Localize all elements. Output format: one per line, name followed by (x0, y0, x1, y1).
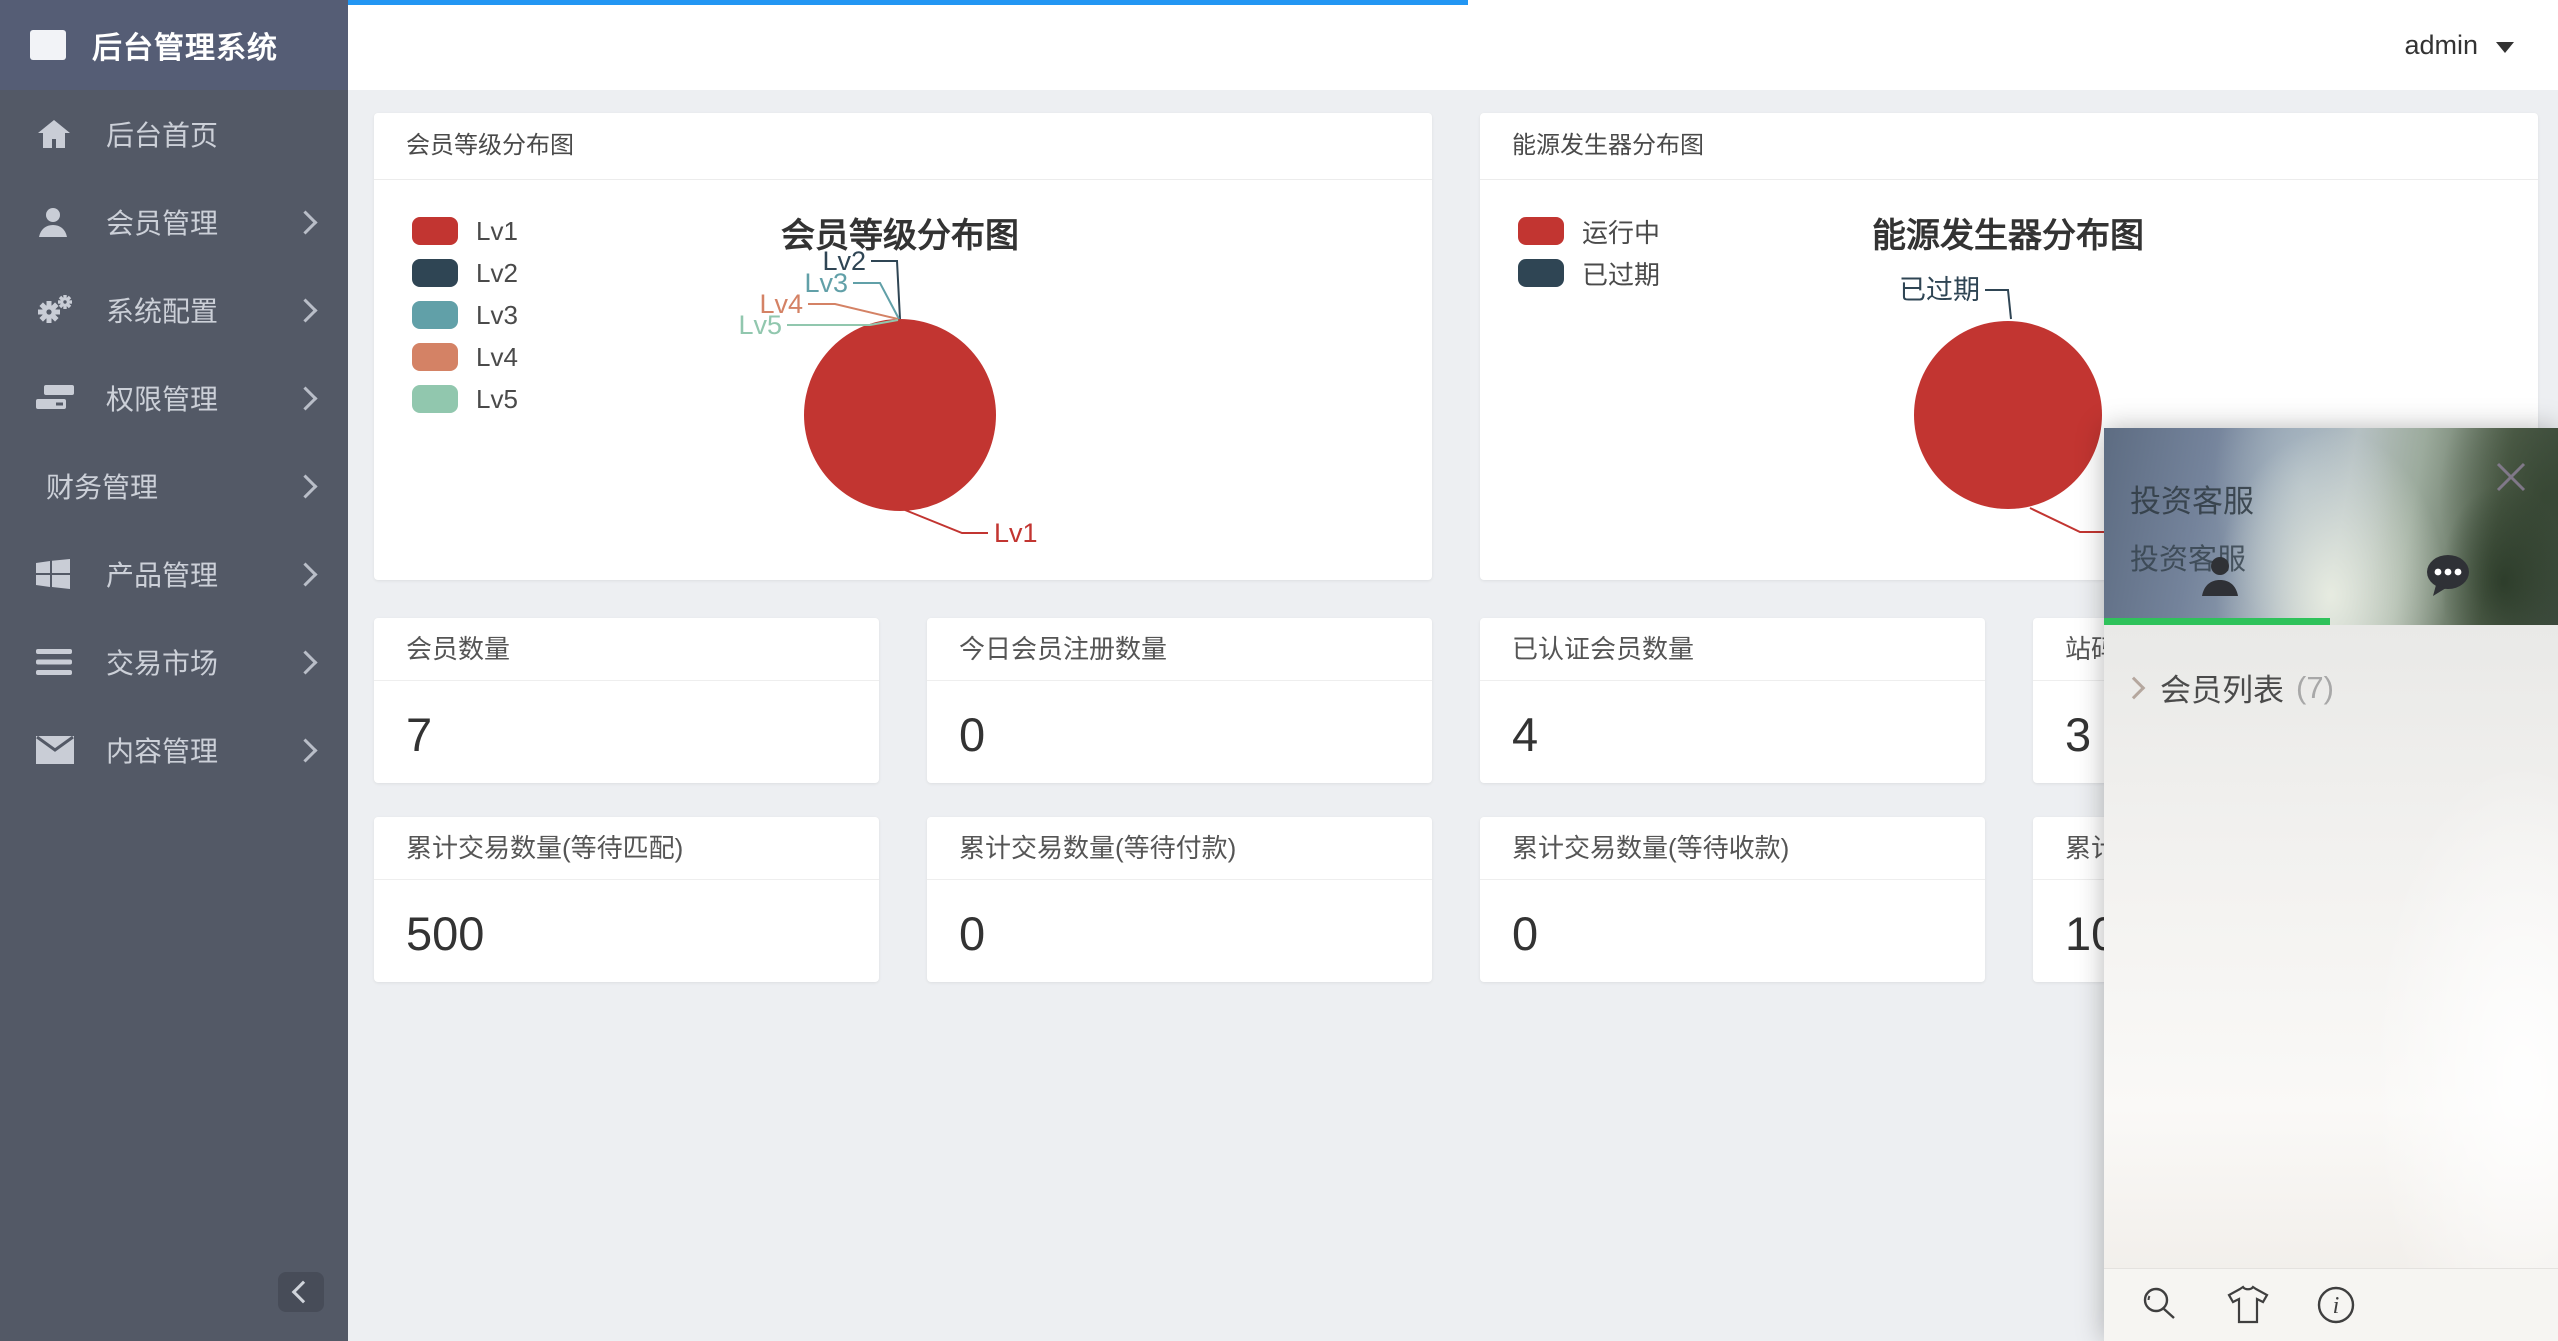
card-title: 能源发生器分布图 (1480, 113, 2538, 180)
info-icon[interactable]: i (2314, 1283, 2358, 1327)
pie-label-line (1985, 290, 2011, 319)
windows-icon (36, 559, 80, 589)
stat-value: 0 (927, 906, 1432, 961)
close-icon[interactable] (2494, 460, 2528, 499)
chat-body: 会员列表 (7) (2104, 625, 2558, 1269)
chevron-right-icon (293, 650, 317, 674)
top-header: admin (348, 0, 2558, 90)
sidebar-item-members[interactable]: 会员管理 (0, 178, 348, 266)
chevron-right-icon (293, 474, 317, 498)
chat-title: 投资客服 (2130, 476, 2254, 521)
card-title: 会员等级分布图 (374, 113, 1432, 180)
sidebar-item-home[interactable]: 后台首页 (0, 90, 348, 178)
stat-card-verified-members: 已认证会员数量 4 (1480, 618, 1985, 783)
caret-down-icon (2496, 42, 2514, 53)
chat-footer: i (2104, 1268, 2558, 1341)
pie-label: Lv5 (738, 310, 782, 340)
sidebar-item-label: 会员管理 (106, 202, 297, 242)
active-tab-indicator (2104, 618, 2330, 625)
stat-value: 4 (1480, 707, 1985, 762)
app-brand-title: 后台管理系统 (92, 23, 278, 67)
sidebar-item-label: 产品管理 (106, 554, 297, 594)
app-brand: 后台管理系统 (0, 0, 348, 90)
chevron-right-icon (293, 298, 317, 322)
stat-label: 今日会员注册数量 (927, 618, 1432, 681)
customer-service-widget: 投资客服 投资客服 会员列表 (7) (2104, 428, 2558, 1341)
sidebar-item-label: 内容管理 (106, 730, 297, 770)
user-icon (36, 205, 80, 239)
stat-value: 0 (927, 707, 1432, 762)
stat-label: 累计交易数量(等待匹配) (374, 817, 879, 880)
sidebar-collapse-button[interactable] (278, 1272, 324, 1312)
pie-label: Lv1 (994, 518, 1038, 548)
user-dropdown[interactable]: admin (2404, 0, 2514, 90)
member-list-toggle[interactable]: 会员列表 (7) (2104, 625, 2558, 710)
gears-icon (36, 293, 80, 327)
member-level-pie-chart: Lv1Lv2Lv3Lv4Lv5会员等级分布图Lv2Lv3Lv4Lv5Lv1 (374, 180, 1432, 580)
stat-card-trades-waiting-payment: 累计交易数量(等待付款) 0 (927, 817, 1432, 982)
sidebar-item-finance[interactable]: 财务管理 (0, 442, 348, 530)
chevron-right-icon (293, 386, 317, 410)
pie-label-line (2030, 508, 2105, 532)
stat-card-trades-waiting-match: 累计交易数量(等待匹配) 500 (374, 817, 879, 982)
member-list-count: (7) (2296, 670, 2334, 706)
sidebar-menu: 后台首页 会员管理 系统配置 (0, 90, 348, 794)
pie-label: 已过期 (1899, 275, 1980, 305)
sidebar-item-label: 交易市场 (106, 642, 297, 682)
chevron-right-icon (2123, 676, 2146, 699)
sidebar-item-label: 系统配置 (106, 290, 297, 330)
app-logo-icon (30, 30, 66, 60)
chat-bubble-icon (2424, 552, 2472, 598)
sidebar-item-label: 后台首页 (106, 114, 314, 154)
stat-label: 累计交易数量(等待付款) (927, 817, 1432, 880)
sidebar-item-label: 财务管理 (46, 466, 297, 506)
stat-value: 0 (1480, 906, 1985, 961)
tshirt-icon[interactable] (2226, 1283, 2270, 1327)
search-icon[interactable] (2138, 1283, 2182, 1327)
pie-label-line (871, 261, 900, 319)
server-icon (36, 383, 80, 413)
sidebar-item-market[interactable]: 交易市场 (0, 618, 348, 706)
sidebar-item-label: 权限管理 (106, 378, 297, 418)
chevron-right-icon (293, 210, 317, 234)
stat-value: 500 (374, 906, 879, 961)
sidebar-item-content[interactable]: 内容管理 (0, 706, 348, 794)
chat-header: 投资客服 投资客服 (2104, 428, 2558, 625)
pie-label-line (787, 320, 898, 325)
chevron-right-icon (293, 562, 317, 586)
pie-label: Lv3 (804, 268, 848, 298)
chevron-right-icon (293, 738, 317, 762)
tab-messages[interactable] (2416, 547, 2480, 603)
svg-text:i: i (2333, 1293, 2340, 1319)
pie-label-line (905, 510, 988, 533)
sidebar: 后台管理系统 后台首页 会员管理 (0, 0, 348, 1341)
stat-card-today-registrations: 今日会员注册数量 0 (927, 618, 1432, 783)
list-icon (36, 648, 80, 676)
stat-label: 累计交易数量(等待收款) (1480, 817, 1985, 880)
pie-callouts: Lv2Lv3Lv4Lv5Lv1 (374, 180, 1432, 580)
stat-card-trades-waiting-receipt: 累计交易数量(等待收款) 0 (1480, 817, 1985, 982)
username-label: admin (2404, 30, 2478, 61)
tab-contacts[interactable] (2188, 547, 2252, 603)
loading-progress-bar (348, 0, 1468, 5)
home-icon (36, 118, 80, 150)
chevron-left-icon (292, 1281, 315, 1304)
pie-label-line (808, 304, 898, 319)
stat-card-member-count: 会员数量 7 (374, 618, 879, 783)
member-list-label: 会员列表 (2160, 665, 2284, 710)
envelope-icon (36, 736, 80, 764)
person-icon (2197, 552, 2243, 598)
sidebar-item-products[interactable]: 产品管理 (0, 530, 348, 618)
stat-label: 会员数量 (374, 618, 879, 681)
stat-label: 已认证会员数量 (1480, 618, 1985, 681)
member-level-chart-card: 会员等级分布图 Lv1Lv2Lv3Lv4Lv5会员等级分布图Lv2Lv3Lv4L… (374, 113, 1432, 580)
stat-value: 7 (374, 707, 879, 762)
sidebar-item-system-config[interactable]: 系统配置 (0, 266, 348, 354)
sidebar-item-permissions[interactable]: 权限管理 (0, 354, 348, 442)
